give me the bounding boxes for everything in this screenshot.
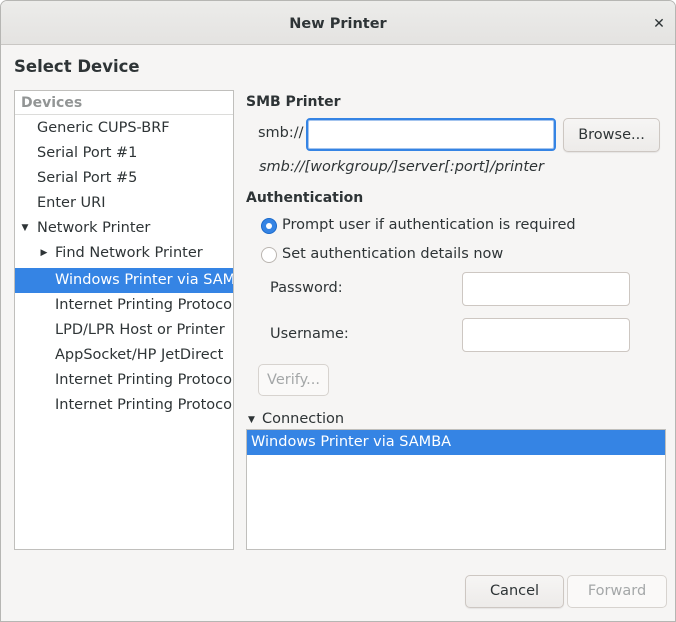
- device-item-label: Windows Printer via SAMBA: [55, 272, 233, 288]
- device-item-label: Find Network Printer: [55, 245, 203, 261]
- new-printer-dialog: New Printer ✕ Select Device Devices Gene…: [0, 0, 676, 622]
- set-auth-radio[interactable]: [261, 247, 277, 263]
- smb-uri-format-hint: smb://[workgroup/]server[:port]/printer: [259, 159, 544, 175]
- connection-item[interactable]: Windows Printer via SAMBA: [247, 430, 665, 455]
- device-tree[interactable]: Devices Generic CUPS-BRF Serial Port #1 …: [14, 90, 234, 550]
- forward-button[interactable]: Forward: [567, 575, 667, 608]
- connection-expander-icon[interactable]: ▼: [248, 411, 255, 429]
- smb-uri-input[interactable]: [306, 118, 556, 151]
- device-item-generic-cups-brf[interactable]: Generic CUPS-BRF: [15, 116, 233, 141]
- device-item-label: Generic CUPS-BRF: [37, 120, 170, 136]
- expander-right-icon[interactable]: ▶: [39, 241, 49, 266]
- authentication-title: Authentication: [246, 190, 364, 206]
- device-item-label: Serial Port #5: [37, 170, 138, 186]
- device-item-find-network-printer[interactable]: ▶ Find Network Printer: [15, 241, 233, 266]
- connection-list[interactable]: Windows Printer via SAMBA: [246, 429, 666, 550]
- device-item-label: Internet Printing Protocol (https): [55, 397, 233, 413]
- prompt-auth-label[interactable]: Prompt user if authentication is require…: [282, 217, 576, 233]
- cancel-button[interactable]: Cancel: [465, 575, 564, 608]
- device-item-label: Network Printer: [37, 220, 151, 236]
- device-item-ipp[interactable]: Internet Printing Protocol (ipp): [15, 368, 233, 393]
- device-item-serial-port-5[interactable]: Serial Port #5: [15, 166, 233, 191]
- device-item-enter-uri[interactable]: Enter URI: [15, 191, 233, 216]
- close-icon[interactable]: ✕: [649, 14, 669, 34]
- device-item-network-printer[interactable]: ▼ Network Printer: [15, 216, 233, 241]
- device-item-label: AppSocket/HP JetDirect: [55, 347, 224, 363]
- username-field[interactable]: [462, 318, 630, 352]
- device-item-label: Internet Printing Protocol (ipps): [55, 297, 233, 313]
- smb-prefix-label: smb://: [258, 125, 304, 141]
- device-item-ipp-ipps[interactable]: Internet Printing Protocol (ipps): [15, 293, 233, 318]
- browse-button[interactable]: Browse...: [563, 118, 660, 152]
- password-field[interactable]: [462, 272, 630, 306]
- device-item-label: Serial Port #1: [37, 145, 138, 161]
- username-label: Username:: [270, 326, 349, 342]
- password-label: Password:: [270, 280, 343, 296]
- device-item-label: LPD/LPR Host or Printer: [55, 322, 225, 338]
- device-item-serial-port-1[interactable]: Serial Port #1: [15, 141, 233, 166]
- device-item-label: Enter URI: [37, 195, 106, 211]
- set-auth-label[interactable]: Set authentication details now: [282, 246, 503, 262]
- prompt-auth-radio[interactable]: [261, 218, 277, 234]
- device-item-appsocket[interactable]: AppSocket/HP JetDirect: [15, 343, 233, 368]
- page-heading: Select Device: [14, 57, 140, 76]
- window-title: New Printer: [289, 16, 387, 32]
- device-item-windows-printer-samba[interactable]: Windows Printer via SAMBA: [15, 268, 233, 293]
- verify-button[interactable]: Verify...: [258, 364, 329, 396]
- expander-down-icon[interactable]: ▼: [20, 216, 30, 241]
- smb-printer-title: SMB Printer: [246, 94, 341, 110]
- devices-column-header[interactable]: Devices: [15, 91, 233, 115]
- connection-title[interactable]: Connection: [262, 411, 344, 427]
- device-item-lpd-lpr[interactable]: LPD/LPR Host or Printer: [15, 318, 233, 343]
- device-item-label: Internet Printing Protocol (ipp): [55, 372, 233, 388]
- device-item-ipp-https[interactable]: Internet Printing Protocol (https): [15, 393, 233, 418]
- title-bar: New Printer ✕: [1, 1, 675, 45]
